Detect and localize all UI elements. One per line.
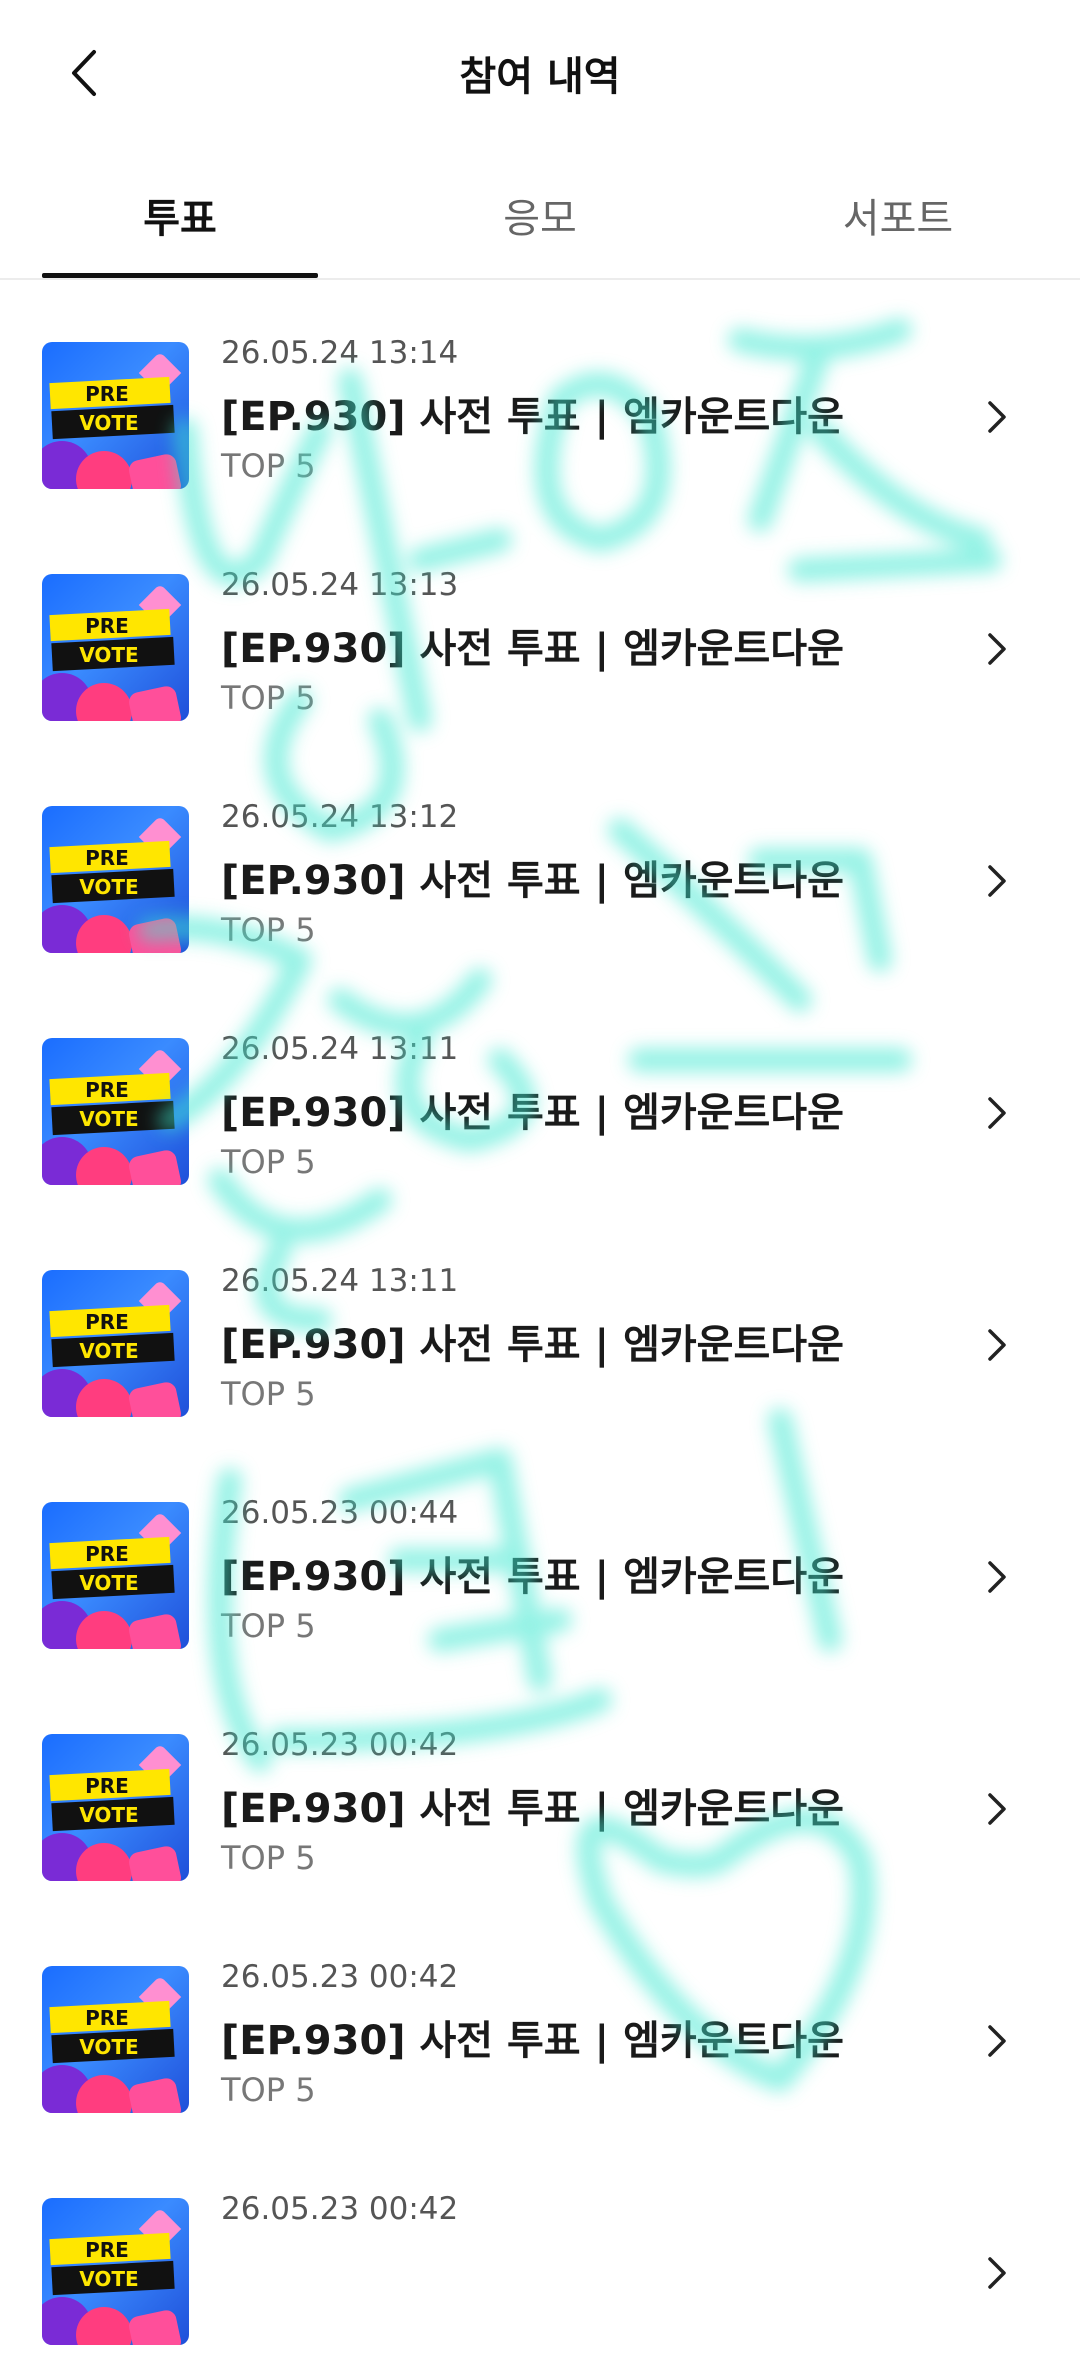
chevron-right-icon (988, 633, 1006, 665)
item-title: [EP.930] 사전 투표 | 엠카운트다운 (221, 1786, 844, 1832)
page-title: 참여 내역 (459, 54, 621, 100)
list-item[interactable]: PRE VOTE 26.05.23 00:42 (0, 2136, 1080, 2368)
item-title: [EP.930] 사전 투표 | 엠카운트다운 (221, 1554, 844, 1600)
vote-thumbnail: PRE VOTE (42, 342, 189, 489)
list-item[interactable]: PRE VOTE 26.05.24 13:14 [EP.930] 사전 투표 |… (0, 280, 1080, 512)
tab-support[interactable]: 서포트 (748, 186, 1048, 244)
vote-thumbnail: PRE VOTE (42, 1270, 189, 1417)
thumbnail-vote-text: VOTE (79, 643, 139, 667)
item-title: [EP.930] 사전 투표 | 엠카운트다운 (221, 394, 844, 440)
thumbnail-vote-text: VOTE (79, 2267, 139, 2291)
item-date: 26.05.23 00:42 (221, 2191, 459, 2227)
thumbnail-vote-text: VOTE (79, 1571, 139, 1595)
tab-vote[interactable]: 투표 (30, 186, 330, 244)
thumbnail-pre-text: PRE (85, 1542, 129, 1566)
list-item[interactable]: PRE VOTE 26.05.23 00:42 [EP.930] 사전 투표 |… (0, 1672, 1080, 1904)
thumbnail-pre-text: PRE (85, 1078, 129, 1102)
item-title: [EP.930] 사전 투표 | 엠카운트다운 (221, 626, 844, 672)
chevron-right-icon (988, 1561, 1006, 1593)
active-tab-indicator (42, 273, 318, 278)
thumbnail-vote-text: VOTE (79, 2035, 139, 2059)
tab-bar: 투표 응모 서포트 (0, 150, 1080, 280)
item-subtitle: TOP 5 (221, 1607, 316, 1645)
thumbnail-vote-text: VOTE (79, 1339, 139, 1363)
app-header: 참여 내역 (0, 0, 1080, 150)
chevron-right-icon (988, 2025, 1006, 2057)
item-date: 26.05.23 00:44 (221, 1495, 459, 1531)
chevron-right-icon (988, 1793, 1006, 1825)
thumbnail-pre-text: PRE (85, 2006, 129, 2030)
item-subtitle: TOP 5 (221, 2071, 316, 2109)
item-subtitle: TOP 5 (221, 447, 316, 485)
item-date: 26.05.24 13:11 (221, 1031, 459, 1067)
item-subtitle: TOP 5 (221, 911, 316, 949)
item-subtitle: TOP 5 (221, 1375, 316, 1413)
item-subtitle: TOP 5 (221, 679, 316, 717)
item-date: 26.05.24 13:14 (221, 335, 459, 371)
chevron-right-icon (988, 401, 1006, 433)
item-date: 26.05.23 00:42 (221, 1959, 459, 1995)
vote-thumbnail: PRE VOTE (42, 574, 189, 721)
list-item[interactable]: PRE VOTE 26.05.24 13:11 [EP.930] 사전 투표 |… (0, 1208, 1080, 1440)
item-title: [EP.930] 사전 투표 | 엠카운트다운 (221, 858, 844, 904)
chevron-right-icon (988, 865, 1006, 897)
thumbnail-vote-text: VOTE (79, 1803, 139, 1827)
thumbnail-pre-text: PRE (85, 382, 129, 406)
item-date: 26.05.24 13:12 (221, 799, 459, 835)
thumbnail-pre-text: PRE (85, 846, 129, 870)
vote-thumbnail: PRE VOTE (42, 806, 189, 953)
participation-list: PRE VOTE 26.05.24 13:14 [EP.930] 사전 투표 |… (0, 280, 1080, 2368)
chevron-right-icon (988, 1097, 1006, 1129)
vote-thumbnail: PRE VOTE (42, 1734, 189, 1881)
item-title: [EP.930] 사전 투표 | 엠카운트다운 (221, 1322, 844, 1368)
chevron-right-icon (988, 2257, 1006, 2289)
thumbnail-vote-text: VOTE (79, 411, 139, 435)
item-subtitle: TOP 5 (221, 1839, 316, 1877)
thumbnail-vote-text: VOTE (79, 875, 139, 899)
tab-entry[interactable]: 응모 (390, 186, 690, 244)
thumbnail-pre-text: PRE (85, 2238, 129, 2262)
vote-thumbnail: PRE VOTE (42, 1502, 189, 1649)
list-item[interactable]: PRE VOTE 26.05.24 13:11 [EP.930] 사전 투표 |… (0, 976, 1080, 1208)
thumbnail-pre-text: PRE (85, 614, 129, 638)
list-item[interactable]: PRE VOTE 26.05.24 13:13 [EP.930] 사전 투표 |… (0, 512, 1080, 744)
item-title: [EP.930] 사전 투표 | 엠카운트다운 (221, 2018, 844, 2064)
item-subtitle: TOP 5 (221, 1143, 316, 1181)
item-date: 26.05.23 00:42 (221, 1727, 459, 1763)
list-item[interactable]: PRE VOTE 26.05.23 00:42 [EP.930] 사전 투표 |… (0, 1904, 1080, 2136)
thumbnail-pre-text: PRE (85, 1774, 129, 1798)
vote-thumbnail: PRE VOTE (42, 2198, 189, 2345)
vote-thumbnail: PRE VOTE (42, 1038, 189, 1185)
vote-thumbnail: PRE VOTE (42, 1966, 189, 2113)
item-date: 26.05.24 13:11 (221, 1263, 459, 1299)
item-title: [EP.930] 사전 투표 | 엠카운트다운 (221, 1090, 844, 1136)
item-date: 26.05.24 13:13 (221, 567, 459, 603)
thumbnail-vote-text: VOTE (79, 1107, 139, 1131)
list-item[interactable]: PRE VOTE 26.05.23 00:44 [EP.930] 사전 투표 |… (0, 1440, 1080, 1672)
chevron-right-icon (988, 1329, 1006, 1361)
list-item[interactable]: PRE VOTE 26.05.24 13:12 [EP.930] 사전 투표 |… (0, 744, 1080, 976)
thumbnail-pre-text: PRE (85, 1310, 129, 1334)
